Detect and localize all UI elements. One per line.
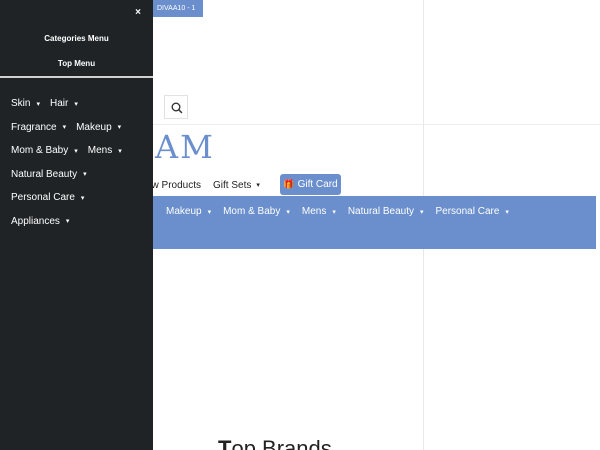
site-logo[interactable]: AM (155, 128, 215, 166)
tab-top-menu[interactable]: Top Menu (0, 59, 153, 68)
menu-item-label: Appliances (11, 215, 60, 227)
category-label: Mens (301, 206, 327, 217)
category-mens[interactable]: Mens ▾ (302, 206, 336, 217)
menu-item-makeup[interactable]: Makeup ▾ (76, 122, 121, 133)
menu-item-label: Mom & Baby (11, 145, 69, 157)
chevron-down-icon: ▾ (74, 147, 78, 155)
category-personal-care[interactable]: Personal Care ▾ (436, 206, 509, 217)
tab-categories-menu[interactable]: Categories Menu (0, 34, 153, 43)
gift-icon: 🎁 (283, 179, 295, 189)
drawer-divider (0, 76, 153, 78)
category-label: Natural Beauty (347, 206, 414, 217)
category-label: Mom & Baby (223, 206, 281, 217)
close-icon[interactable]: × (131, 5, 145, 19)
chevron-down-icon: ▾ (65, 218, 70, 226)
menu-row: Mom & Baby ▾ Mens ▾ (11, 139, 132, 163)
search-icon (171, 102, 183, 114)
drawer-category-list: Skin ▾ Hair ▾ Fragrance ▾ Makeup ▾ Mom & Bab… (11, 92, 132, 233)
chevron-down-icon: ▾ (419, 208, 424, 216)
menu-item-label: Natural Beauty (11, 168, 78, 180)
chevron-down-icon: ▾ (117, 124, 122, 132)
nav-item-label: Gift Sets (213, 179, 252, 191)
menu-item-mens[interactable]: Mens ▾ (88, 145, 122, 156)
category-makeup[interactable]: Makeup ▾ (166, 206, 211, 217)
menu-item-personal-care[interactable]: Personal Care ▾ (11, 192, 84, 203)
promo-banner: DIVAA10 - 1 (153, 0, 203, 17)
chevron-down-icon: ▾ (207, 208, 212, 216)
header-divider (153, 124, 600, 125)
nav-item-gift-sets[interactable]: Gift Sets ▾ (213, 176, 260, 194)
menu-row: Natural Beauty ▾ (11, 163, 132, 187)
category-mom-baby[interactable]: Mom & Baby ▾ (223, 206, 290, 217)
chevron-down-icon: ▾ (256, 182, 260, 189)
menu-row: Skin ▾ Hair ▾ (11, 92, 132, 116)
category-natural-beauty[interactable]: Natural Beauty ▾ (348, 206, 424, 217)
category-bar: Makeup ▾ Mom & Baby ▾ Mens ▾ Natural Beauty… (153, 196, 596, 249)
menu-item-appliances[interactable]: Appliances ▾ (11, 216, 69, 227)
menu-item-mom-baby[interactable]: Mom & Baby ▾ (11, 145, 78, 156)
chevron-down-icon: ▾ (83, 171, 87, 179)
menu-item-natural-beauty[interactable]: Natural Beauty ▾ (11, 169, 87, 180)
menu-row: Fragrance ▾ Makeup ▾ (11, 116, 132, 140)
menu-item-label: Skin (11, 98, 31, 110)
menu-item-label: Mens (87, 145, 113, 157)
offcanvas-menu: × Categories Menu Top Menu Skin ▾ Hair ▾ F… (0, 0, 153, 450)
chevron-down-icon: ▾ (36, 100, 40, 108)
search-button[interactable] (164, 95, 188, 119)
heading-initial: T (218, 436, 232, 450)
secondary-nav: ew Products Gift Sets ▾ (146, 176, 272, 194)
gift-card-label: Gift Card (297, 179, 338, 190)
menu-item-label: Personal Care (11, 192, 75, 204)
chevron-down-icon: ▾ (505, 208, 509, 216)
menu-row: Personal Care ▾ (11, 186, 132, 210)
category-label: Personal Care (435, 206, 500, 217)
nav-item-new-products[interactable]: ew Products (146, 176, 201, 194)
gift-card-button[interactable]: 🎁 Gift Card (280, 174, 341, 195)
menu-item-label: Makeup (76, 121, 112, 133)
section-heading: Top Brands (218, 436, 332, 450)
chevron-down-icon: ▾ (332, 208, 336, 216)
category-label: Makeup (166, 206, 202, 217)
chevron-down-icon: ▾ (118, 147, 122, 155)
chevron-down-icon: ▾ (80, 194, 85, 202)
menu-item-skin[interactable]: Skin ▾ (11, 98, 40, 109)
heading-rest: op Brands (231, 436, 332, 450)
menu-item-hair[interactable]: Hair ▾ (50, 98, 78, 109)
chevron-down-icon: ▾ (74, 100, 78, 108)
chevron-down-icon: ▾ (286, 208, 290, 216)
nav-item-label: ew Products (146, 179, 202, 191)
menu-item-label: Fragrance (11, 121, 57, 133)
menu-item-label: Hair (49, 98, 69, 110)
chevron-down-icon: ▾ (62, 124, 67, 132)
menu-item-fragrance[interactable]: Fragrance ▾ (11, 122, 66, 133)
menu-row: Appliances ▾ (11, 210, 132, 234)
